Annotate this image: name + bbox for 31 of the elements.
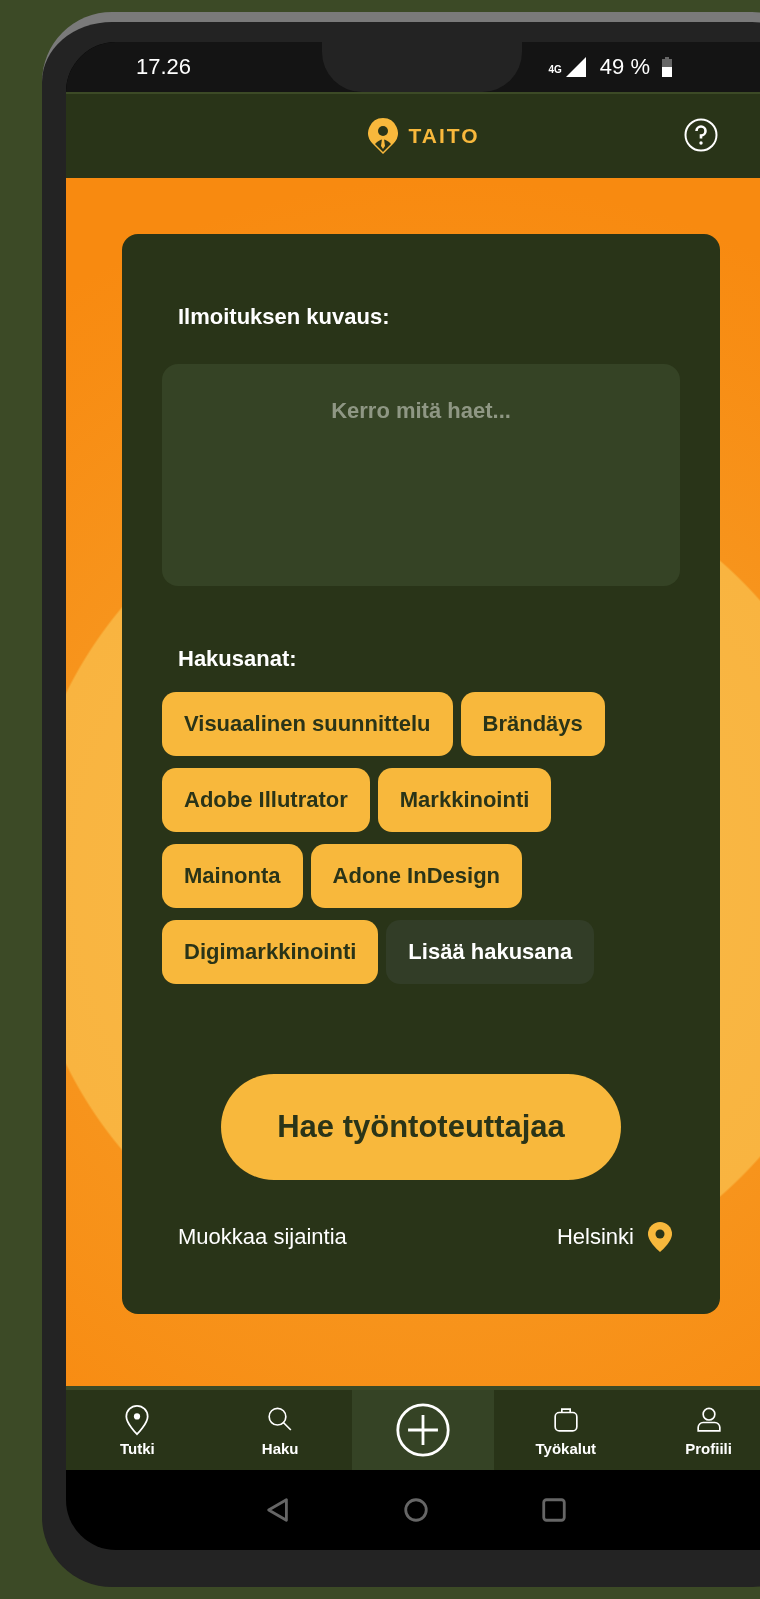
nav-tab[interactable]: Työkalut [494, 1390, 638, 1470]
add-icon [395, 1402, 451, 1458]
location-text: Helsinki [556, 1224, 634, 1250]
network-type: 4G [548, 64, 562, 75]
nav-tab[interactable]: Profiili [637, 1390, 760, 1470]
help-icon[interactable] [684, 118, 718, 152]
status-time: 17.26 [136, 54, 192, 80]
signal-icon [565, 57, 586, 77]
keyword-chip[interactable]: Mainonta [162, 844, 303, 908]
nav-tab[interactable]: Haku [208, 1390, 352, 1470]
nav-tab[interactable] [351, 1390, 495, 1470]
battery-icon [662, 57, 672, 77]
keywords-label: Hakusanat: [177, 646, 298, 672]
home-icon[interactable] [402, 1496, 430, 1524]
keyword-chip[interactable]: Digimarkkinointi [162, 920, 379, 984]
logo-icon [368, 118, 399, 154]
keyword-chip[interactable]: Visuaalinen suunnittelu [162, 692, 453, 756]
search-button[interactable]: Hae työntoteuttajaa [221, 1074, 621, 1180]
edit-location-link[interactable]: Muokkaa sijaintia [178, 1224, 347, 1250]
keyword-chip[interactable]: Adone InDesign [310, 844, 522, 908]
recents-icon[interactable] [540, 1496, 568, 1524]
logo-text: TAITO [408, 124, 480, 148]
description-field[interactable]: Kerro mitä haet... [162, 364, 680, 586]
keyword-chip[interactable]: Markkinointi [377, 768, 552, 832]
description-label: Ilmoituksen kuvaus: [177, 304, 391, 330]
battery-percent: 49 % [599, 54, 650, 80]
location-pin-icon [648, 1222, 672, 1252]
keyword-chip[interactable]: Adobe Illutrator [162, 768, 370, 832]
nav-tab[interactable]: Tutki [66, 1390, 209, 1470]
add-keyword-button[interactable]: Lisää hakusana [386, 920, 595, 984]
keyword-chip[interactable]: Brändäys [460, 692, 605, 756]
